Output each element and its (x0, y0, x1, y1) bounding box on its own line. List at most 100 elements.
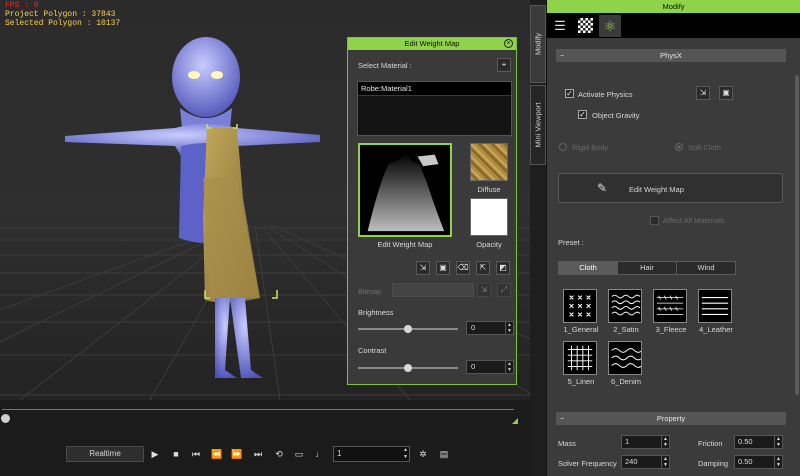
project-polygon-readout: Project Polygon : 37843 (5, 10, 116, 19)
activate-physics-label: Activate Physics (578, 90, 633, 99)
preset-denim-icon[interactable] (608, 341, 642, 375)
spin-arrows-icon[interactable]: ▲ ▼ (505, 322, 513, 334)
object-gravity-label: Object Gravity (592, 111, 640, 120)
preset-general-icon[interactable] (563, 289, 597, 323)
friction-field[interactable]: 0.50 ▲ ▼ (734, 435, 783, 449)
rigid-body-radio[interactable] (559, 143, 567, 151)
spin-arrows-icon[interactable]: ▲ ▼ (403, 447, 408, 461)
fps-readout: FPS : 0 (5, 1, 39, 10)
selected-polygon-readout: Selected Polygon : 10137 (5, 19, 121, 28)
preset-leather-icon[interactable] (698, 289, 732, 323)
tab-mini-viewport[interactable]: Mini Viewport (530, 85, 546, 165)
viewport-stats: FPS : 0 Project Polygon : 37843 Selected… (5, 1, 120, 28)
bitmap-browse-icon: ⇲ (477, 283, 491, 297)
bitmap-label: Bitmap (358, 287, 382, 296)
close-icon[interactable]: × (504, 39, 513, 48)
edit-weight-map-button[interactable]: ✎ Edit Weight Map (558, 173, 783, 203)
eyedropper-icon[interactable]: ⌖ (497, 58, 511, 72)
slider-handle[interactable] (404, 325, 412, 333)
loop-icon[interactable]: ⟲ (272, 447, 286, 461)
mass-value: 1 (625, 437, 630, 446)
realtime-dropdown[interactable]: Realtime (66, 446, 144, 462)
tab-wind[interactable]: Wind (676, 261, 736, 275)
atom-icon[interactable]: ⚛ (599, 15, 621, 37)
settings-icon[interactable]: ✲ (416, 447, 430, 461)
tab-mini-viewport-label: Mini Viewport (533, 102, 543, 148)
brightness-slider[interactable] (358, 325, 458, 333)
material-list[interactable]: Robe:Material1 (357, 81, 512, 136)
timeline-track[interactable] (1, 409, 514, 423)
timeline-bar: Realtime ▶ ■ ⏮ ⏪ ⏩ ⏭ ⟲ ▭ ♩ 1 ▲ ▼ ✲ ▤ (0, 400, 530, 476)
panel-scrollbar[interactable] (795, 75, 799, 395)
delete-icon[interactable]: ⌫ (456, 261, 470, 275)
spin-arrows-icon[interactable]: ▲ ▼ (505, 361, 513, 373)
spin-arrows-icon[interactable]: ▲ ▼ (774, 456, 782, 468)
save-icon[interactable]: ▣ (436, 261, 450, 275)
edit-weight-map-window[interactable]: Edit Weight Map × Select Material : ⌖ Ro… (347, 37, 517, 385)
music-note-icon[interactable]: ♩ (313, 447, 327, 461)
solver-frequency-field[interactable]: 240 ▲ ▼ (621, 455, 670, 469)
list-item[interactable]: Robe:Material1 (358, 82, 511, 96)
preset-linen-label: 5_Linen (567, 377, 595, 386)
preset-label: Preset : (558, 238, 584, 247)
sliders-icon[interactable]: ☰ (549, 15, 571, 37)
play-icon[interactable]: ▶ (148, 447, 162, 461)
brightness-field[interactable]: 0 ▲ ▼ (466, 321, 514, 335)
window-titlebar[interactable]: Edit Weight Map × (348, 38, 516, 50)
contrast-field[interactable]: 0 ▲ ▼ (466, 360, 514, 374)
activate-physics-checkbox[interactable]: ✓ (565, 89, 574, 98)
contrast-value: 0 (471, 362, 476, 371)
preset-satin-icon[interactable] (608, 289, 642, 323)
subtitle-icon[interactable]: ▭ (292, 447, 306, 461)
spin-arrows-icon[interactable]: ▲ ▼ (774, 436, 782, 448)
weight-map-thumbnail[interactable] (358, 143, 452, 237)
soft-cloth-label: Soft Cloth (688, 143, 721, 152)
edit-weight-map-button-label: Edit Weight Map (629, 185, 684, 194)
timeline-toggle-icon[interactable]: ▤ (437, 447, 451, 461)
fast-forward-icon[interactable]: ⏩ (230, 447, 244, 461)
frame-field[interactable]: 1 ▲ ▼ (333, 446, 410, 462)
timeline-scrubber[interactable] (1, 414, 10, 423)
preset-linen-icon[interactable] (563, 341, 597, 375)
preset-fleece-icon[interactable] (653, 289, 687, 323)
diffuse-thumbnail[interactable] (470, 143, 508, 181)
brightness-label: Brightness (358, 308, 394, 317)
brush-icon: ✎ (597, 181, 608, 195)
tab-hair[interactable]: Hair (617, 261, 677, 275)
physx-header[interactable]: − PhysX (556, 49, 786, 62)
rigid-body-label: Rigid Body (572, 143, 609, 152)
slider-handle[interactable] (404, 364, 412, 372)
damping-field[interactable]: 0.50 ▲ ▼ (734, 455, 783, 469)
skip-start-icon[interactable]: ⏮ (189, 447, 203, 461)
collapse-icon[interactable]: − (560, 49, 564, 62)
rewind-icon[interactable]: ⏪ (210, 447, 224, 461)
property-header-label: Property (656, 414, 686, 423)
opacity-thumbnail[interactable] (470, 198, 508, 236)
load-icon[interactable]: ⇲ (696, 86, 710, 100)
spin-arrows-icon[interactable]: ▲ ▼ (661, 436, 669, 448)
property-header[interactable]: − Property (556, 412, 786, 425)
checker-icon[interactable] (574, 15, 596, 37)
affect-all-materials-checkbox[interactable] (650, 216, 659, 225)
modify-panel: Modify ☰ ⚛ − PhysX ✓ Activate Physics ⇲ … (546, 0, 800, 476)
launch-editor-icon[interactable]: ⇱ (476, 261, 490, 275)
invert-icon[interactable]: ◩ (496, 261, 510, 275)
soft-cloth-radio[interactable] (675, 143, 683, 151)
window-title: Edit Weight Map (404, 39, 460, 48)
stop-icon[interactable]: ■ (169, 447, 183, 461)
skip-end-icon[interactable]: ⏭ (251, 447, 265, 461)
opacity-label: Opacity (476, 240, 502, 249)
collapse-icon[interactable]: − (560, 412, 564, 425)
bitmap-field (392, 283, 474, 297)
mass-field[interactable]: 1 ▲ ▼ (621, 435, 670, 449)
spin-arrows-icon[interactable]: ▲ ▼ (661, 456, 669, 468)
tab-cloth[interactable]: Cloth (558, 261, 618, 275)
contrast-slider[interactable] (358, 364, 458, 372)
object-gravity-checkbox[interactable]: ✓ (578, 110, 587, 119)
load-icon[interactable]: ⇲ (416, 261, 430, 275)
save-icon[interactable]: ▣ (719, 86, 733, 100)
tab-modify[interactable]: Modify (530, 5, 546, 83)
character-model[interactable] (55, 28, 325, 388)
diffuse-label: Diffuse (477, 185, 501, 194)
tab-modify-label: Modify (533, 32, 543, 56)
